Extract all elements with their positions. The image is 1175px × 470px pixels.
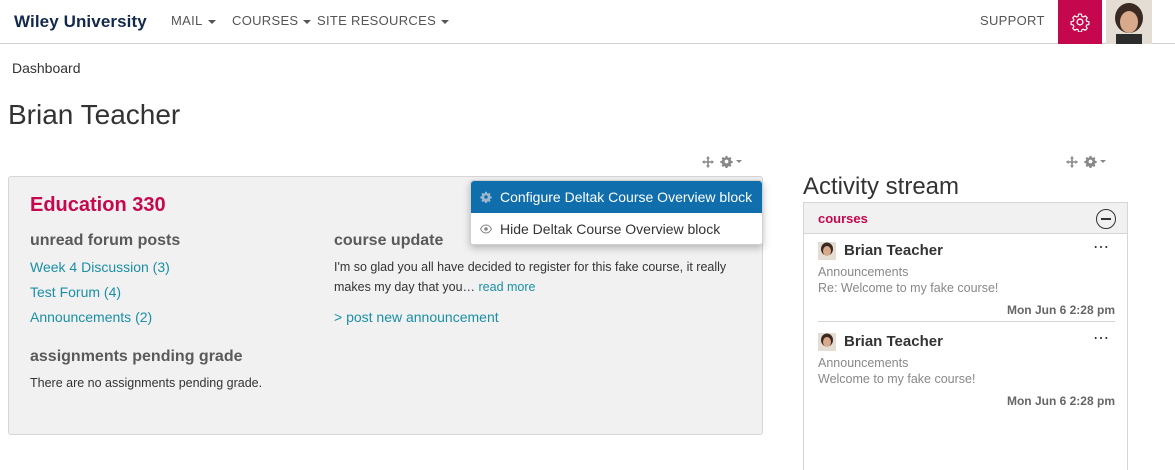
- stream-item-category: Announcements: [818, 356, 909, 370]
- user-avatar[interactable]: [1106, 0, 1152, 44]
- forum-link-test[interactable]: Test Forum (4): [30, 284, 121, 300]
- stream-settings-toggle[interactable]: [1084, 155, 1106, 168]
- chevron-down-icon: [441, 19, 450, 24]
- stream-item-message[interactable]: Welcome to my fake course!: [818, 372, 975, 386]
- stream-item-time: Mon Jun 6 2:28 pm: [1006, 303, 1115, 317]
- stream-item-category: Announcements: [818, 265, 909, 279]
- more-options-icon[interactable]: ⋯: [1093, 328, 1110, 348]
- forum-link-announcements[interactable]: Announcements (2): [30, 309, 152, 325]
- courses-menu[interactable]: COURSES: [232, 13, 312, 28]
- site-resources-menu-label: SITE RESOURCES: [317, 13, 437, 28]
- settings-button[interactable]: [1058, 0, 1102, 44]
- stream-divider: [818, 321, 1115, 322]
- course-update-heading: course update: [334, 232, 444, 249]
- top-navbar: Wiley University MAIL COURSES SITE RESOU…: [0, 0, 1175, 44]
- hide-block-label: Hide Deltak Course Overview block: [500, 221, 721, 237]
- brand-logo[interactable]: Wiley University: [14, 12, 147, 32]
- chevron-down-icon: [207, 19, 216, 24]
- stream-item-author[interactable]: Brian Teacher: [844, 242, 943, 259]
- stream-filter-header: courses: [804, 203, 1127, 234]
- course-update-excerpt: makes my day that you…: [334, 280, 476, 294]
- move-icon[interactable]: [1066, 155, 1078, 168]
- stream-item[interactable]: Brian Teacher ⋯ Announcements Welcome to…: [818, 328, 1115, 412]
- course-update-text-line2: makes my day that you… read more: [334, 277, 536, 297]
- avatar: [818, 333, 836, 351]
- no-assignments-text: There are no assignments pending grade.: [30, 376, 263, 390]
- configure-block-menu-item[interactable]: Configure Deltak Course Overview block: [471, 181, 762, 213]
- avatar: [818, 242, 836, 260]
- avatar-image: [1106, 0, 1152, 44]
- stream-item-author[interactable]: Brian Teacher: [844, 333, 943, 350]
- course-title[interactable]: Education 330: [30, 194, 166, 217]
- stream-block-controls: [1066, 155, 1106, 168]
- gear-icon: [1070, 13, 1090, 32]
- post-new-announcement-link[interactable]: > post new announcement: [334, 309, 499, 325]
- stream-item-time: Mon Jun 6 2:28 pm: [1006, 394, 1115, 408]
- site-resources-menu[interactable]: SITE RESOURCES: [317, 13, 450, 28]
- stream-item-message[interactable]: Re: Welcome to my fake course!: [818, 281, 998, 295]
- activity-stream-panel: courses Brian Teacher ⋯ Announcements Re…: [803, 202, 1128, 470]
- gear-icon: [1084, 155, 1097, 168]
- unread-forum-posts-heading: unread forum posts: [30, 232, 181, 249]
- move-icon[interactable]: [702, 155, 714, 168]
- read-more-link[interactable]: read more: [479, 280, 536, 294]
- mail-menu-label: MAIL: [171, 13, 203, 28]
- courses-menu-label: COURSES: [232, 13, 299, 28]
- block-settings-toggle[interactable]: [720, 155, 742, 168]
- gear-icon: [479, 190, 493, 204]
- eye-icon: [479, 222, 493, 236]
- block-actions-menu: Configure Deltak Course Overview block H…: [470, 180, 763, 245]
- chevron-down-icon: [736, 160, 742, 163]
- course-block-controls: [702, 155, 742, 168]
- chevron-down-icon: [303, 19, 312, 24]
- stream-item[interactable]: Brian Teacher ⋯ Announcements Re: Welcom…: [818, 237, 1115, 321]
- course-update-text-line1: I'm so glad you all have decided to regi…: [334, 260, 727, 274]
- breadcrumb[interactable]: Dashboard: [12, 60, 81, 76]
- assignments-pending-heading: assignments pending grade: [30, 348, 243, 365]
- forum-link-week4[interactable]: Week 4 Discussion (3): [30, 259, 170, 275]
- collapse-icon[interactable]: [1096, 209, 1116, 229]
- more-options-icon[interactable]: ⋯: [1093, 237, 1110, 257]
- gear-icon: [720, 155, 733, 168]
- page-title: Brian Teacher: [8, 99, 181, 130]
- stream-filter-label[interactable]: courses: [818, 211, 868, 226]
- hide-block-menu-item[interactable]: Hide Deltak Course Overview block: [471, 213, 762, 245]
- mail-menu[interactable]: MAIL: [171, 13, 216, 28]
- configure-block-label: Configure Deltak Course Overview block: [500, 189, 753, 205]
- support-link[interactable]: SUPPORT: [980, 13, 1045, 28]
- activity-stream-title: Activity stream: [803, 173, 960, 200]
- chevron-down-icon: [1100, 160, 1106, 163]
